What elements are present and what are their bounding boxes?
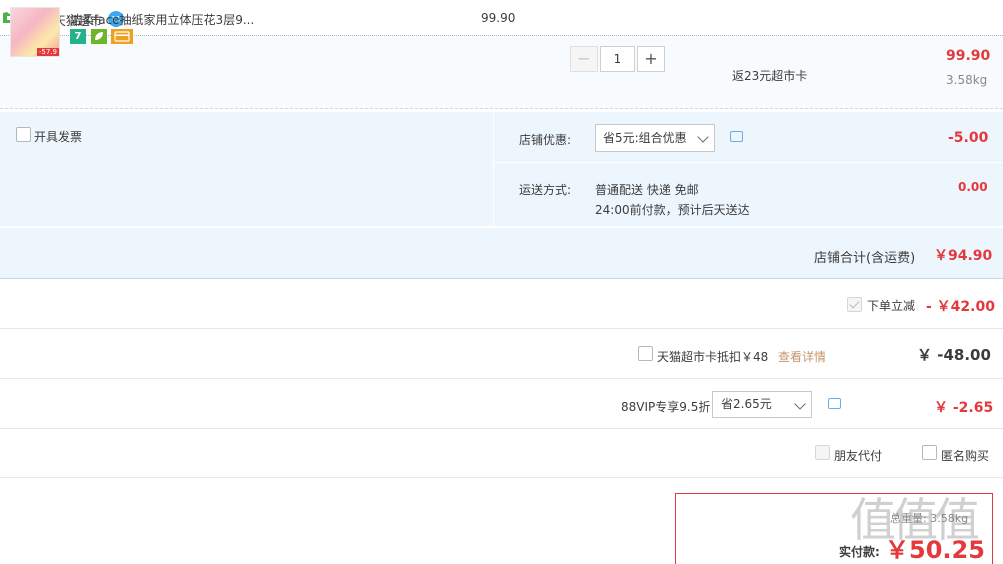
shipping-method: 普通配送 快递 免邮 [595,183,699,197]
item-weight: 3.58kg [946,73,988,87]
anonymous-purchase-label[interactable]: 匿名购买 [941,447,989,464]
shop-subtotal-amount: ￥94.90 [934,248,993,264]
order-discount-checkbox [847,297,862,312]
options-divider [494,162,1003,163]
shipping-label: 运送方式: [519,183,572,197]
vip-discount-select[interactable]: 省2.65元 [712,391,812,418]
friend-pay-checkbox [815,445,830,460]
cart-item-row [0,37,1003,109]
order-discount-label: 下单立减 [867,299,916,313]
message-icon[interactable] [730,131,743,142]
supermarket-card-checkbox[interactable] [638,346,653,361]
item-subtotal: 99.90 [946,48,991,64]
quantity-decrease-button[interactable]: − [570,46,598,72]
eco-leaf-icon[interactable] [91,29,107,44]
invoice-label[interactable]: 开具发票 [34,128,82,145]
shop-coupon-amount: -5.00 [948,130,989,146]
quantity-increase-button[interactable]: + [637,46,665,72]
thumb-price-tag: -57.9 [36,48,59,56]
shop-coupon-label: 店铺优惠: [519,133,572,147]
message-icon[interactable] [828,398,841,409]
order-discount-amount: - ￥42.00 [926,299,995,315]
invoice-checkbox[interactable] [16,127,31,142]
watermark-logo: 值值值 [850,493,980,547]
order-options-panel [0,112,1003,226]
vip-discount-amount: ￥ -2.65 [934,400,994,416]
shipping-eta: 24:00前付款，预计后天送达 [595,203,750,217]
shop-subtotal-label: 店铺合计(含运费) [814,251,916,266]
vip-discount-label: 88VIP专享9.5折 [621,400,711,414]
supermarket-card-amount: ￥ -48.00 [917,346,991,364]
shop-coupon-select[interactable]: 省5元:组合优惠 [595,124,715,152]
anonymous-purchase-checkbox[interactable] [922,445,937,460]
vip-discount-selected: 省2.65元 [721,397,772,411]
supermarket-card-label[interactable]: 天猫超市卡抵扣￥48 [657,348,768,365]
shop-coupon-selected: 省5元:组合优惠 [603,131,687,145]
item-thumbnail[interactable]: -57.9 [10,7,60,57]
supermarket-card-detail-link[interactable]: 查看详情 [778,348,826,365]
chevron-down-icon [697,131,709,143]
chevron-down-icon [794,398,806,410]
credit-card-icon[interactable] [111,29,133,44]
rebate-text: 返23元超市卡 [732,69,808,83]
quantity-input[interactable] [600,46,635,72]
vip-discount-row [0,380,1003,429]
item-title-link[interactable]: 洁柔face抽纸家用立体压花3层9... [70,11,254,28]
options-divider [493,112,494,226]
seven-day-return-icon[interactable]: 7 [70,29,86,44]
supermarket-card-row [0,330,1003,379]
friend-pay-label: 朋友代付 [834,449,883,463]
shipping-fee: 0.00 [958,180,988,194]
unit-price: 99.90 [481,11,516,25]
